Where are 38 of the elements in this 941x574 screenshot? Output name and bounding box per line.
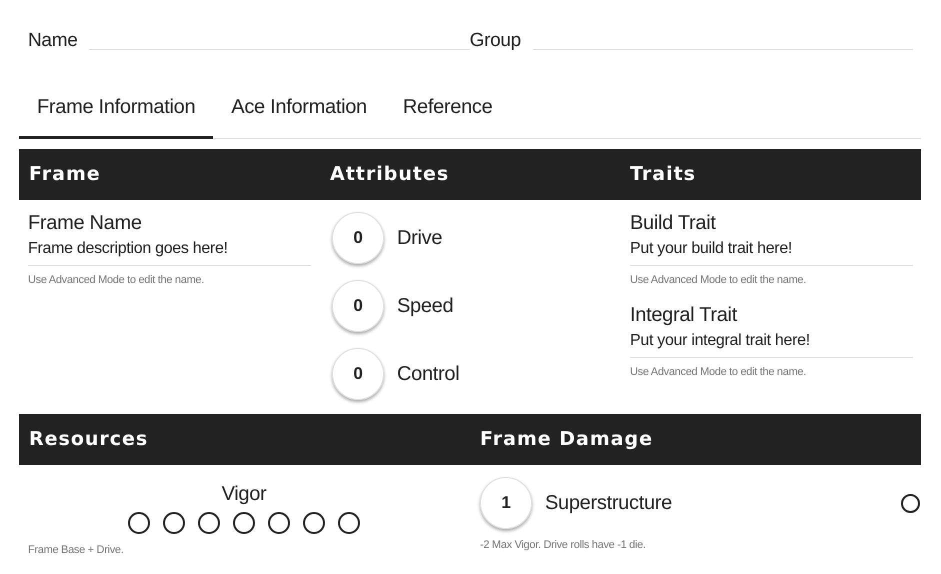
description-field[interactable]: Put your build trait here! bbox=[630, 235, 913, 266]
hint-text: Use Advanced Mode to edit the name. bbox=[630, 273, 808, 288]
section-heading: Attributes bbox=[329, 162, 450, 188]
attribute-value[interactable]: 0 bbox=[332, 280, 384, 332]
trait-name: Build Trait bbox=[630, 211, 717, 235]
section-heading: Resources bbox=[28, 427, 150, 452]
description-field[interactable]: Frame description goes here! bbox=[28, 235, 311, 266]
tab[interactable]: Reference bbox=[384, 82, 510, 139]
checkbox[interactable] bbox=[233, 512, 255, 534]
checkbox[interactable] bbox=[901, 494, 920, 512]
hint-text: Frame Base + Drive. bbox=[28, 543, 124, 558]
tab[interactable]: Frame Information bbox=[19, 82, 214, 139]
section-heading: Frame bbox=[28, 162, 102, 188]
hint-text: Use Advanced Mode to edit the name. bbox=[630, 364, 808, 380]
attribute-label: Drive bbox=[397, 226, 442, 251]
section-heading: Traits bbox=[629, 162, 696, 188]
checkbox[interactable] bbox=[128, 512, 150, 534]
trait-name: Integral Trait bbox=[630, 302, 738, 326]
field-label: Group bbox=[470, 31, 521, 50]
checkbox[interactable] bbox=[198, 512, 220, 534]
hint-text: Use Advanced Mode to edit the name. bbox=[28, 273, 206, 288]
checkbox[interactable] bbox=[338, 512, 360, 534]
attribute-label: Control bbox=[397, 362, 460, 387]
damage-value[interactable]: 1 bbox=[480, 477, 532, 529]
checkbox[interactable] bbox=[268, 512, 290, 534]
attribute-label: Speed bbox=[397, 294, 454, 319]
hint-text: -2 Max Vigor. Drive rolls have -1 die. bbox=[480, 538, 647, 553]
attribute-value[interactable]: 0 bbox=[332, 212, 384, 264]
frame-name: Frame Name bbox=[28, 211, 143, 235]
checkbox[interactable] bbox=[303, 512, 325, 534]
vigor-label: Vigor bbox=[220, 482, 268, 506]
section-heading: Frame Damage bbox=[479, 427, 653, 452]
field-label: Name bbox=[28, 31, 78, 50]
description-field[interactable]: Put your integral trait here! bbox=[630, 326, 913, 358]
tab[interactable]: Ace Information bbox=[213, 82, 385, 139]
damage-label: Superstructure bbox=[545, 491, 673, 516]
attribute-value[interactable]: 0 bbox=[332, 348, 384, 400]
checkbox[interactable] bbox=[163, 512, 185, 534]
